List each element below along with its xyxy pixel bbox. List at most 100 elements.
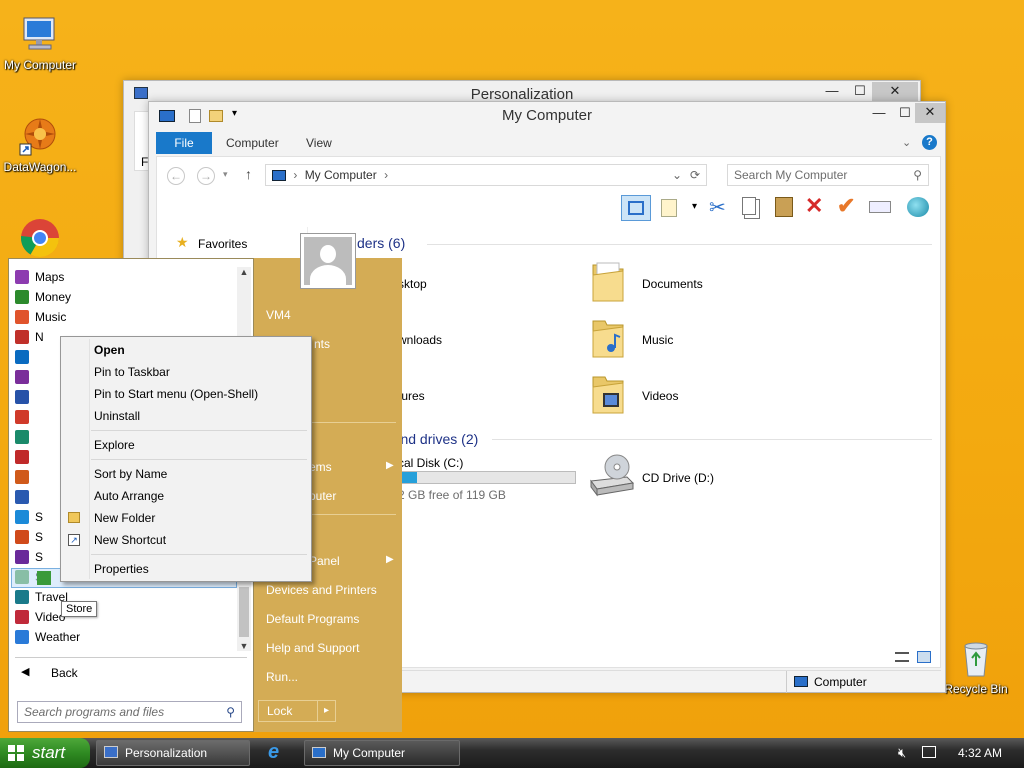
taskbar-button-my-computer[interactable]: My Computer (304, 740, 460, 766)
refresh-icon[interactable]: ⟳ (690, 165, 700, 185)
menu-item-open[interactable]: Open (94, 343, 125, 357)
taskbar-button-personalization[interactable]: Personalization (96, 740, 250, 766)
back-button[interactable]: ← (167, 167, 185, 185)
videos-folder-icon (591, 371, 625, 415)
program-item[interactable]: Music (15, 307, 66, 327)
lock-button[interactable]: Lock ▸ (258, 700, 336, 722)
start-link-control-panel[interactable]: Panel (309, 554, 340, 568)
drive-c-label[interactable]: cal Disk (C:) (398, 456, 463, 470)
folder-music[interactable]: Music (642, 333, 673, 347)
paste-icon[interactable] (775, 197, 793, 217)
up-button[interactable]: ↑ (245, 166, 252, 182)
ie-icon[interactable]: e (268, 741, 279, 764)
start-link-devices-printers[interactable]: Devices and Printers (266, 583, 377, 597)
scroll-thumb[interactable] (239, 587, 249, 637)
chevron-right-icon[interactable]: ▸ (317, 701, 329, 721)
program-item[interactable]: S (15, 527, 44, 547)
chevron-down-icon[interactable]: ⌄ (672, 165, 682, 185)
start-link-documents[interactable]: nts (314, 337, 330, 351)
folders-header[interactable]: ders (6) (357, 235, 405, 251)
program-icon (15, 590, 29, 604)
start-link-help-support[interactable]: Help and Support (266, 641, 359, 655)
program-label: Money (35, 290, 72, 304)
recent-locations-icon[interactable]: ▾ (223, 169, 228, 180)
network-icon[interactable] (922, 746, 936, 758)
desktop-icon-recycle-bin[interactable]: Recycle Bin (936, 636, 1016, 696)
tab-computer[interactable]: Computer (214, 132, 291, 154)
chevron-down-icon[interactable]: ⌄ (902, 136, 911, 149)
menu-item-explore[interactable]: Explore (94, 438, 135, 452)
forward-button[interactable]: → (197, 167, 215, 185)
scroll-down-icon[interactable]: ▼ (237, 641, 251, 651)
new-folder-icon[interactable] (209, 110, 223, 122)
properties-icon[interactable] (661, 199, 677, 217)
program-item[interactable]: S (15, 547, 43, 567)
help-icon[interactable]: ? (922, 135, 937, 150)
chevron-down-icon[interactable]: ▾ (232, 108, 237, 119)
close-button[interactable]: ✕ (915, 103, 945, 123)
globe-icon[interactable] (907, 197, 929, 217)
large-icons-view-icon[interactable] (917, 651, 931, 663)
chevron-down-icon[interactable]: ▾ (692, 201, 697, 212)
context-menu[interactable]: Open Pin to Taskbar Pin to Start menu (O… (60, 336, 312, 582)
menu-item-properties[interactable]: Properties (94, 562, 149, 576)
folder-pictures[interactable]: tures (398, 389, 425, 403)
program-item[interactable]: N (15, 327, 44, 347)
program-item[interactable]: S (15, 507, 43, 527)
folder-desktop[interactable]: sktop (398, 277, 427, 291)
desktop-icon-label: Recycle Bin (944, 682, 1008, 696)
menu-item-pin-start[interactable]: Pin to Start menu (Open-Shell) (94, 387, 258, 401)
minimize-button[interactable]: — (865, 104, 893, 124)
back-arrow-icon[interactable]: ◀ (21, 665, 29, 678)
start-button[interactable]: start (0, 738, 90, 768)
drive-d-label[interactable]: CD Drive (D:) (642, 471, 714, 485)
clock[interactable]: 4:32 AM (958, 746, 1002, 760)
program-item[interactable]: Maps (15, 267, 64, 287)
start-search-input[interactable]: Search programs and files ⚲ (17, 701, 242, 723)
program-item[interactable]: Weather (15, 627, 80, 647)
start-link-vm4[interactable]: VM4 (266, 308, 291, 322)
desktop-icon-datawagon[interactable]: DataWagon... (0, 114, 80, 174)
start-link-computer[interactable]: puter (309, 489, 336, 503)
address-bar[interactable]: › My Computer › ⌄ ⟳ (265, 164, 707, 186)
menu-item-new-folder[interactable]: New Folder (94, 511, 155, 525)
volume-muted-icon[interactable]: 🔇︎ (898, 745, 906, 761)
menu-item-auto-arrange[interactable]: Auto Arrange (94, 489, 164, 503)
menu-item-uninstall[interactable]: Uninstall (94, 409, 140, 423)
preview-pane-button[interactable] (621, 195, 651, 221)
chevron-right-icon: ▶ (386, 554, 394, 565)
start-link-recent-items[interactable]: ems (309, 460, 332, 474)
search-input[interactable]: Search My Computer ⚲ (727, 164, 929, 186)
tab-view[interactable]: View (294, 132, 344, 154)
desktop-icon-my-computer[interactable]: My Computer (0, 12, 80, 72)
menu-item-sort-by-name[interactable]: Sort by Name (94, 467, 167, 481)
nav-favorites[interactable]: Favorites (198, 237, 247, 251)
folder-videos[interactable]: Videos (642, 389, 678, 403)
start-link-run[interactable]: Run... (266, 670, 298, 684)
folder-downloads[interactable]: wnloads (398, 333, 442, 347)
program-item[interactable]: Money (15, 287, 72, 307)
menu-item-new-shortcut[interactable]: New Shortcut (94, 533, 166, 547)
documents-folder-icon (591, 259, 625, 303)
close-button[interactable]: ✕ (872, 82, 918, 102)
start-link-default-programs[interactable]: Default Programs (266, 612, 359, 626)
scroll-up-icon[interactable]: ▲ (237, 267, 251, 277)
folder-icon (68, 512, 80, 523)
check-icon[interactable]: ✔ (837, 193, 855, 219)
copy-icon[interactable] (742, 197, 756, 215)
rename-icon[interactable] (869, 201, 891, 213)
details-view-icon[interactable] (895, 652, 909, 662)
back-button[interactable]: Back (51, 666, 78, 680)
folder-documents[interactable]: Documents (642, 277, 703, 291)
program-label: S (35, 530, 44, 544)
delete-icon[interactable]: ✕ (805, 193, 823, 219)
minimize-button[interactable]: — (818, 82, 846, 102)
desktop-icon-chrome[interactable] (0, 216, 80, 262)
maximize-button[interactable]: ☐ (846, 82, 874, 102)
menu-item-pin-taskbar[interactable]: Pin to Taskbar (94, 365, 170, 379)
user-avatar[interactable] (300, 233, 356, 289)
tab-file[interactable]: File (156, 132, 212, 154)
properties-icon[interactable] (189, 109, 201, 123)
cut-icon[interactable]: ✂ (709, 195, 726, 220)
program-icon (15, 430, 29, 444)
